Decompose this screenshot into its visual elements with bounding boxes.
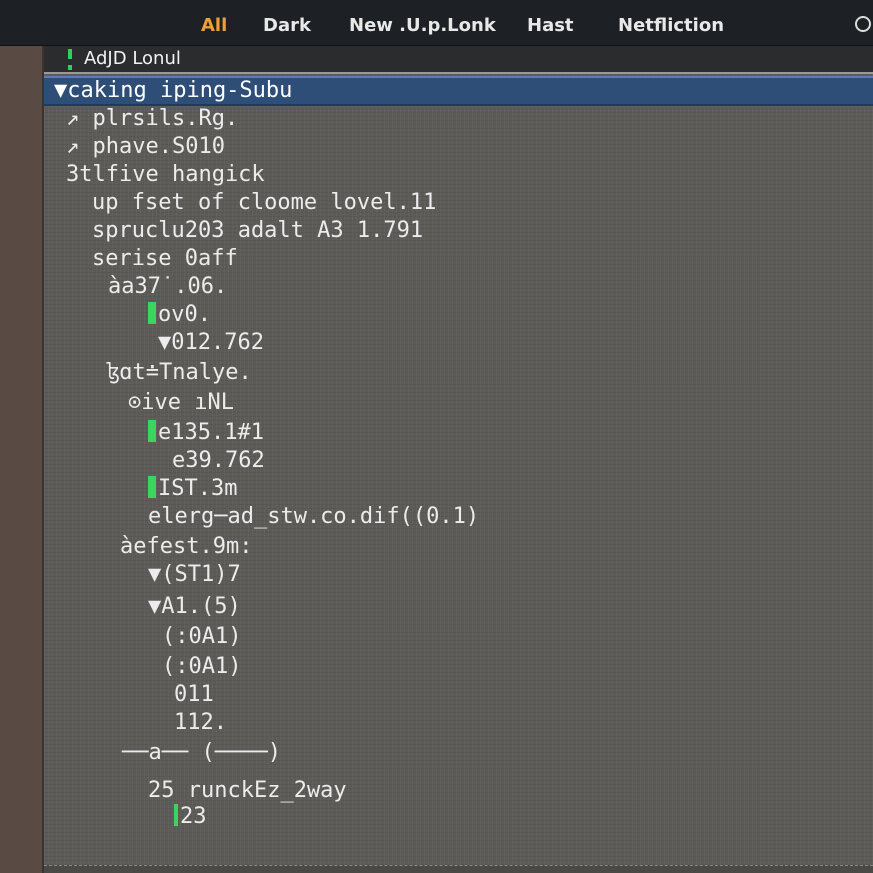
tree-panel: AdJD Lonul ▼caking iping-Subu ↗ plrsils.… <box>44 46 873 873</box>
tree-row[interactable]: ▼012.762 <box>158 330 264 356</box>
tree-row-label: e135.1#1 <box>158 420 264 445</box>
left-gutter <box>0 46 44 873</box>
tree-row[interactable]: elerg─ad_stw.co.dif((0.1) <box>148 504 479 530</box>
tree-row-selected[interactable]: ▼caking iping-Subu <box>44 76 873 106</box>
tree-row[interactable]: ──a── (────) <box>122 740 281 766</box>
menu-item-netfliction[interactable]: Netfliction <box>618 14 724 38</box>
change-marker <box>148 420 156 442</box>
change-marker <box>68 65 72 70</box>
file-tab[interactable]: AdJD Lonul <box>44 46 873 72</box>
change-marker <box>148 302 156 324</box>
tree-row[interactable]: ov0. <box>148 302 211 328</box>
tree-row[interactable]: spruclu203 adalt A3 1.791 <box>92 218 423 244</box>
menu-item-dark[interactable]: Dark <box>263 14 311 38</box>
tree-row[interactable]: àa37˙.06. <box>108 274 227 300</box>
tree-row[interactable]: ▼A1.(5) <box>148 594 241 620</box>
tree-row[interactable]: (:0A1) <box>162 624 241 650</box>
tree-row[interactable]: 3tlfive hangick <box>66 162 265 188</box>
tree-row[interactable]: ▼(ST1)7 <box>148 562 241 588</box>
tree-row[interactable]: IST.3m <box>148 476 237 502</box>
tree-row[interactable]: ↗ plrsils.Rg. <box>66 106 238 132</box>
file-tab-label: AdJD Lonul <box>84 48 181 69</box>
tree-row[interactable]: up fset of cloome lovel.11 <box>92 190 436 216</box>
tree-row[interactable]: e39.762 <box>172 448 265 474</box>
panel-bottom-edge <box>44 865 873 873</box>
tree-row[interactable]: 23 <box>174 804 207 830</box>
tab-divider <box>44 72 873 74</box>
tree-row[interactable]: 011 <box>174 682 214 708</box>
menu-item-all[interactable]: All <box>201 14 227 38</box>
tree-row[interactable]: serise 0aff <box>92 246 238 272</box>
change-marker <box>68 49 72 59</box>
tree-row-label: 23 <box>180 804 207 829</box>
menu-bar: All Dark New .U.p.Lonk Hast Netfliction <box>0 0 873 46</box>
tree-row[interactable]: e135.1#1 <box>148 420 264 446</box>
change-marker <box>174 804 178 826</box>
tree-row-label: IST.3m <box>158 476 238 501</box>
menu-item-new-link[interactable]: New .U.p.Lonk <box>349 14 496 38</box>
tree-row[interactable]: 25 runckEz_2way <box>148 778 347 804</box>
menu-item-hast[interactable]: Hast <box>527 14 574 38</box>
tree-row[interactable]: ↗ phave.S010 <box>66 134 225 160</box>
tree-row-label: ov0. <box>158 302 211 327</box>
tree-row[interactable]: (:0A1) <box>162 654 241 680</box>
change-marker <box>148 476 156 498</box>
tree-row-label: ▼caking iping-Subu <box>54 78 293 103</box>
tree-row[interactable]: àefest.9m: <box>120 534 252 560</box>
tree-row[interactable]: ⊙ive ıNL <box>128 390 234 416</box>
search-icon[interactable] <box>855 16 871 32</box>
tree-row[interactable]: 112. <box>174 710 227 736</box>
tree-row[interactable]: ɮɑt≐Tnalye. <box>106 360 252 386</box>
